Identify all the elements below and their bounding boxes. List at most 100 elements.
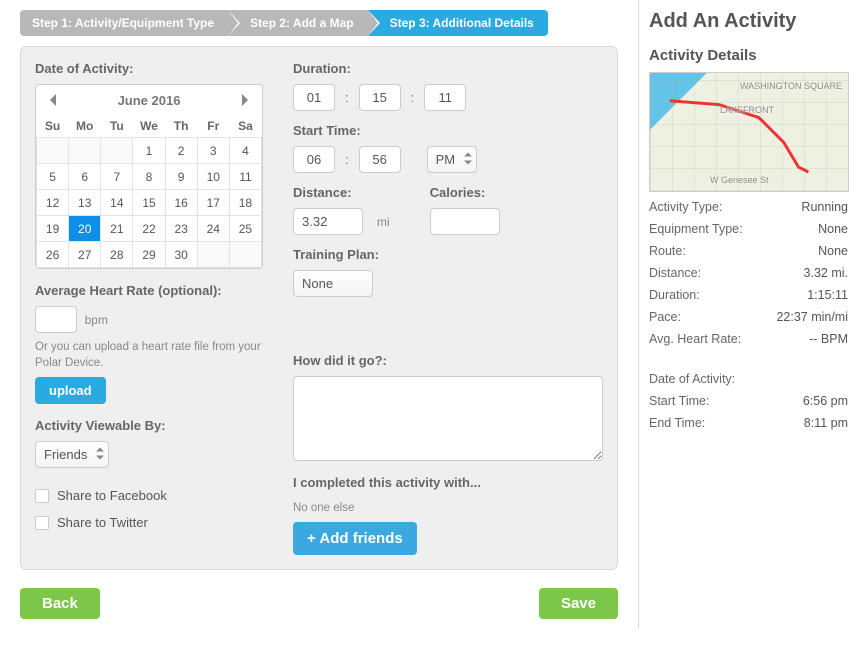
calendar-day[interactable]: 24 xyxy=(197,216,229,242)
training-select[interactable]: None xyxy=(293,270,373,297)
start-hh[interactable] xyxy=(293,146,335,173)
kv-val: 3.32 mi. xyxy=(804,266,848,280)
step-2[interactable]: Step 2: Add a Map xyxy=(228,10,368,36)
hr-input[interactable] xyxy=(35,306,77,333)
kv-key: Avg. Heart Rate: xyxy=(649,332,741,346)
map-label: WASHINGTON SQUARE xyxy=(740,81,842,91)
ampm-select[interactable]: PM xyxy=(427,146,477,173)
calories-heading: Calories: xyxy=(430,185,500,200)
kv-key: Activity Type: xyxy=(649,200,722,214)
calendar-day[interactable]: 30 xyxy=(165,242,197,268)
calendar-day[interactable]: 11 xyxy=(229,164,261,190)
calendar-day[interactable]: 22 xyxy=(133,216,165,242)
calendar-day[interactable]: 23 xyxy=(165,216,197,242)
calendar-day[interactable]: 4 xyxy=(229,138,261,164)
notes-textarea[interactable] xyxy=(293,376,603,461)
calendar-day[interactable]: 13 xyxy=(69,190,101,216)
kv-key: Date of Activity: xyxy=(649,372,735,386)
kv-key: Pace: xyxy=(649,310,681,324)
add-friends-button[interactable]: + Add friends xyxy=(293,522,417,555)
route-map-thumbnail[interactable]: WASHINGTON SQUARE LAKEFRONT W Genesee St xyxy=(649,72,849,192)
notes-heading: How did it go?: xyxy=(293,353,603,368)
kv-key: Route: xyxy=(649,244,686,258)
share-fb-label: Share to Facebook xyxy=(57,488,167,503)
hr-hint: Or you can upload a heart rate file from… xyxy=(35,339,275,371)
distance-input[interactable] xyxy=(293,208,363,235)
date-heading: Date of Activity: xyxy=(35,61,275,76)
kv-val: -- BPM xyxy=(809,332,848,346)
map-label: W Genesee St xyxy=(710,175,769,185)
hr-heading: Average Heart Rate (optional): xyxy=(35,283,275,298)
calendar-dow: Fr xyxy=(197,115,229,138)
visibility-heading: Activity Viewable By: xyxy=(35,418,275,433)
calendar-prev-icon[interactable] xyxy=(44,91,62,109)
calendar-dow: We xyxy=(133,115,165,138)
calendar-day[interactable]: 1 xyxy=(133,138,165,164)
calendar-day[interactable]: 8 xyxy=(133,164,165,190)
calendar-day[interactable]: 5 xyxy=(37,164,69,190)
kv-key: Duration: xyxy=(649,288,700,302)
friends-heading: I completed this activity with... xyxy=(293,475,603,490)
calendar-day[interactable]: 19 xyxy=(37,216,69,242)
training-heading: Training Plan: xyxy=(293,247,603,262)
kv-val: None xyxy=(818,222,848,236)
duration-heading: Duration: xyxy=(293,61,603,76)
calendar-dow: Su xyxy=(37,115,69,138)
kv-val: 22:37 min/mi xyxy=(776,310,848,324)
calendar-day[interactable]: 21 xyxy=(101,216,133,242)
kv-val: 1:15:11 xyxy=(807,288,848,302)
duration-mm[interactable] xyxy=(359,84,401,111)
calendar-day[interactable]: 17 xyxy=(197,190,229,216)
sidebar-subtitle: Activity Details xyxy=(649,47,848,64)
calories-input[interactable] xyxy=(430,208,500,235)
calendar-day[interactable]: 18 xyxy=(229,190,261,216)
calendar-next-icon[interactable] xyxy=(236,91,254,109)
save-button[interactable]: Save xyxy=(539,588,618,619)
calendar-day[interactable]: 9 xyxy=(165,164,197,190)
kv-key: End Time: xyxy=(649,416,705,430)
calendar-day[interactable]: 16 xyxy=(165,190,197,216)
calendar-day[interactable]: 14 xyxy=(101,190,133,216)
kv-val: 6:56 pm xyxy=(803,394,848,408)
calendar-day[interactable]: 2 xyxy=(165,138,197,164)
calendar-day[interactable]: 15 xyxy=(133,190,165,216)
colon: : xyxy=(345,152,349,167)
map-label: LAKEFRONT xyxy=(720,105,774,115)
share-tw-label: Share to Twitter xyxy=(57,515,148,530)
calendar-day[interactable]: 3 xyxy=(197,138,229,164)
kv-val: Running xyxy=(801,200,848,214)
calendar-day[interactable]: 10 xyxy=(197,164,229,190)
calendar-day[interactable]: 7 xyxy=(101,164,133,190)
duration-ss[interactable] xyxy=(424,84,466,111)
calendar-day[interactable]: 12 xyxy=(37,190,69,216)
hr-unit: bpm xyxy=(85,313,108,327)
start-time-heading: Start Time: xyxy=(293,123,603,138)
kv-key: Distance: xyxy=(649,266,701,280)
calendar-day[interactable]: 26 xyxy=(37,242,69,268)
calendar-day[interactable]: 20 xyxy=(69,216,101,242)
visibility-select[interactable]: Friends xyxy=(35,441,109,468)
step-1[interactable]: Step 1: Activity/Equipment Type xyxy=(20,10,228,36)
share-tw-checkbox[interactable] xyxy=(35,516,49,530)
calendar-dow: Tu xyxy=(101,115,133,138)
calendar-dow: Mo xyxy=(69,115,101,138)
calendar-day[interactable]: 29 xyxy=(133,242,165,268)
share-fb-checkbox[interactable] xyxy=(35,489,49,503)
wizard-stepper: Step 1: Activity/Equipment Type Step 2: … xyxy=(20,10,618,36)
back-button[interactable]: Back xyxy=(20,588,100,619)
step-3[interactable]: Step 3: Additional Details xyxy=(368,10,548,36)
colon: : xyxy=(345,90,349,105)
distance-heading: Distance: xyxy=(293,185,390,200)
calendar: June 2016 SuMoTuWeThFrSa 123456789101112… xyxy=(35,84,263,269)
kv-val: 8:11 pm xyxy=(804,416,848,430)
calendar-day[interactable]: 28 xyxy=(101,242,133,268)
friends-sub: No one else xyxy=(293,500,603,516)
calendar-day[interactable]: 27 xyxy=(69,242,101,268)
duration-hh[interactable] xyxy=(293,84,335,111)
calendar-day[interactable]: 25 xyxy=(229,216,261,242)
page-title: Add An Activity xyxy=(649,10,848,33)
upload-button[interactable]: upload xyxy=(35,377,106,404)
start-mm[interactable] xyxy=(359,146,401,173)
calendar-day[interactable]: 6 xyxy=(69,164,101,190)
calendar-dow: Th xyxy=(165,115,197,138)
